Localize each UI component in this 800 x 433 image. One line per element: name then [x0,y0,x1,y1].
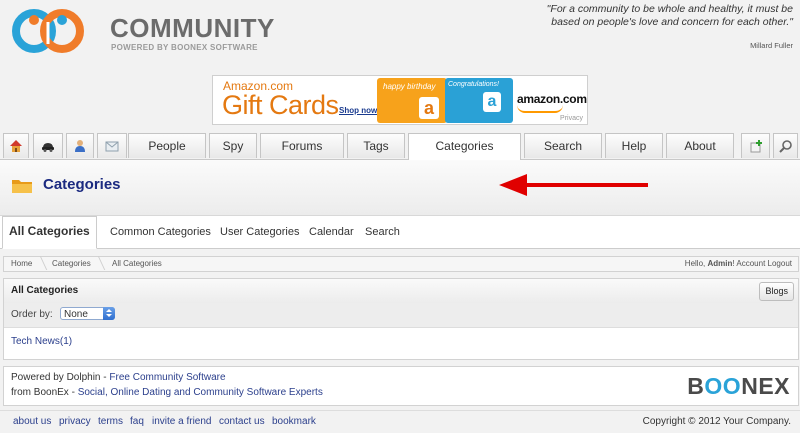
link-terms[interactable]: terms [98,416,123,427]
nav-tab-tags[interactable]: Tags [347,133,405,158]
footer-line-1: Powered by Dolphin - Free Community Soft… [11,372,226,383]
amazon-smile-icon [517,105,563,113]
welcome-area: Hello, Admin! Account Logout [685,259,792,268]
breadcrumb-home[interactable]: Home [11,259,32,268]
order-by-label: Order by: [11,309,53,320]
welcome-bang: ! [732,259,735,268]
header-quote: "For a community to be whole and healthy… [546,3,793,28]
bottom-bar: about us privacy terms faq invite a frie… [0,410,800,433]
ad-gift-card-congrats: Congratulations! a [445,78,513,123]
car-icon [42,143,54,152]
box-header: All Categories Blogs [4,279,798,304]
nav-tab-help[interactable]: Help [605,133,663,158]
link-invite-friend[interactable]: invite a friend [152,416,211,427]
ad-shop-link[interactable]: Shop now [339,106,377,115]
boonex-logo-oo: OO [704,373,742,399]
breadcrumb-separator [33,256,48,270]
copyright: Copyright © 2012 Your Company. [642,416,791,427]
mail-icon [105,141,119,152]
amazon-a-icon: a [419,97,439,119]
link-privacy[interactable]: privacy [59,416,91,427]
home-tab[interactable] [3,133,29,158]
add-page-icon [750,140,762,153]
subtab-all-categories[interactable]: All Categories [2,216,97,249]
red-arrow-annotation [499,174,648,196]
box-title: All Categories [11,285,79,296]
order-by-bar: Order by: None [4,303,798,328]
home-icon [10,140,22,152]
search-tab[interactable] [773,133,798,158]
boonex-experts-link[interactable]: Social, Online Dating and Community Soft… [78,387,323,398]
nav-tab-about[interactable]: About [666,133,734,158]
page-title-bar: Categories [0,160,800,216]
mail-tab[interactable] [97,133,127,158]
subtab-user-categories[interactable]: User Categories [220,226,299,238]
site-header: COMMUNITY POWERED BY BOONEX SOFTWARE "Fo… [0,0,800,70]
footer-line-2: from BoonEx - Social, Online Dating and … [11,387,323,398]
user-icon [75,140,85,152]
link-faq[interactable]: faq [130,416,144,427]
logout-link[interactable]: Logout [768,259,792,268]
breadcrumb-categories[interactable]: Categories [52,259,91,268]
add-tab[interactable] [741,133,770,158]
amazon-a-icon: a [483,92,501,112]
profile-tab[interactable] [66,133,94,158]
select-arrows-icon [103,307,115,320]
account-link[interactable]: Account [736,259,765,268]
ad-headline: Gift Cards [222,90,339,120]
quote-author: Millard Fuller [750,41,793,50]
logo-subtitle: POWERED BY BOONEX SOFTWARE [111,43,258,52]
link-contact-us[interactable]: contact us [219,416,265,427]
welcome-text: Hello, [684,259,706,268]
ad-privacy-link[interactable]: Privacy [560,115,583,122]
blogs-button[interactable]: Blogs [759,282,794,301]
boonex-logo-b: B [687,373,705,399]
from-boonex-text: from BoonEx [11,387,69,398]
nav-tab-forums[interactable]: Forums [260,133,344,158]
subtab-calendar[interactable]: Calendar [309,226,354,238]
boonex-logo[interactable]: BOONEX [687,373,790,400]
breadcrumb-separator [91,256,106,270]
subtab-common-categories[interactable]: Common Categories [110,226,211,238]
site-logo[interactable]: COMMUNITY POWERED BY BOONEX SOFTWARE [12,8,274,54]
nav-tab-spy[interactable]: Spy [209,133,257,158]
order-by-select[interactable]: None [60,307,115,320]
logo-title: COMMUNITY [110,13,275,43]
amazon-ad-banner[interactable]: Amazon.com Gift Cards Shop now happy bir… [212,75,588,125]
page-title: Categories [43,176,121,193]
categories-box: All Categories Blogs Order by: None Tech… [3,278,799,360]
breadcrumb-current: All Categories [112,259,162,268]
boonex-logo-nex: NEX [741,373,790,399]
nav-tab-search[interactable]: Search [524,133,602,158]
free-community-software-link[interactable]: Free Community Software [109,372,225,383]
order-by-value: None [64,309,88,320]
ad-card1-text: happy birthday [383,82,436,91]
username-link[interactable]: Admin [707,259,732,268]
car-tab[interactable] [33,133,63,158]
ad-card2-text: Congratulations! [448,81,499,88]
ad-brand: amazon.com [517,92,587,106]
category-link-tech-news[interactable]: Tech News(1) [11,336,72,347]
link-about-us[interactable]: about us [13,416,51,427]
ad-gift-card-birthday: happy birthday a [377,78,447,123]
search-icon [778,140,792,153]
main-nav: People Spy Forums Tags Categories Search… [0,133,800,160]
community-logo-icon [12,9,84,53]
breadcrumb: Home Categories All Categories Hello, Ad… [3,256,799,272]
folder-icon [12,180,32,193]
subtab-search[interactable]: Search [365,226,400,238]
powered-by-text: Powered by Dolphin [11,372,101,383]
page-footer: Powered by Dolphin - Free Community Soft… [3,366,799,406]
nav-tab-people[interactable]: People [128,133,206,158]
nav-tab-categories[interactable]: Categories [408,133,521,160]
link-bookmark[interactable]: bookmark [272,416,316,427]
category-subtabs: All Categories Common Categories User Ca… [0,216,800,249]
